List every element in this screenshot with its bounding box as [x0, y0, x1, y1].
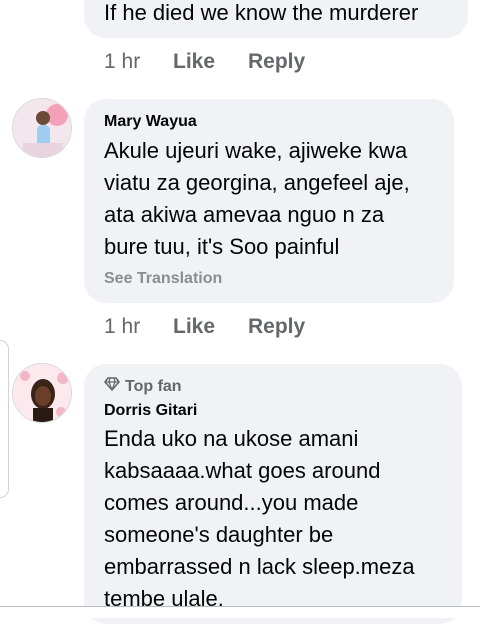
reply-button[interactable]: Reply [248, 50, 305, 74]
see-translation-link[interactable]: See Translation [104, 270, 222, 288]
comment-text-line: ata akiwa amevaa nguo n za [104, 202, 385, 227]
bottom-bar [0, 606, 480, 618]
like-button[interactable]: Like [173, 315, 215, 339]
comment-text-line: viatu za georgina, angefeel aje, [104, 170, 410, 195]
comment-timestamp: 1 hr [104, 315, 141, 338]
comment-text: If he died we know the murderer [104, 0, 419, 25]
comment-text-line: Akule ujeuri wake, ajiweke kwa [104, 138, 408, 163]
avatar[interactable] [12, 98, 72, 158]
comment-text-line: Enda uko na ukose amani [104, 426, 359, 451]
comment-text-line: bure tuu, it's Soo painful [104, 234, 340, 259]
comment-text-line: kabsaaaa.what goes around [104, 458, 381, 483]
comment-actions: 1 hr Like Reply [0, 50, 480, 80]
comment-text-line: someone's daughter be [104, 522, 334, 547]
like-button[interactable]: Like [173, 50, 215, 74]
top-fan-badge: Top fan [104, 377, 182, 396]
top-fan-label: Top fan [125, 377, 182, 395]
comment-text-line: embarrassed n lack sleep.meza [104, 554, 415, 579]
reply-button[interactable]: Reply [248, 315, 305, 339]
comment-timestamp: 1 hr [104, 50, 141, 73]
comment-actions: 1 hr Like Reply [0, 315, 480, 345]
commenter-name[interactable]: Dorris Gitari [104, 402, 197, 420]
avatar[interactable] [12, 363, 72, 423]
commenter-name[interactable]: Mary Wayua [104, 113, 197, 131]
thread-line [0, 340, 9, 498]
diamond-icon [104, 377, 120, 396]
comment-text-line: comes around...you made [104, 490, 359, 515]
